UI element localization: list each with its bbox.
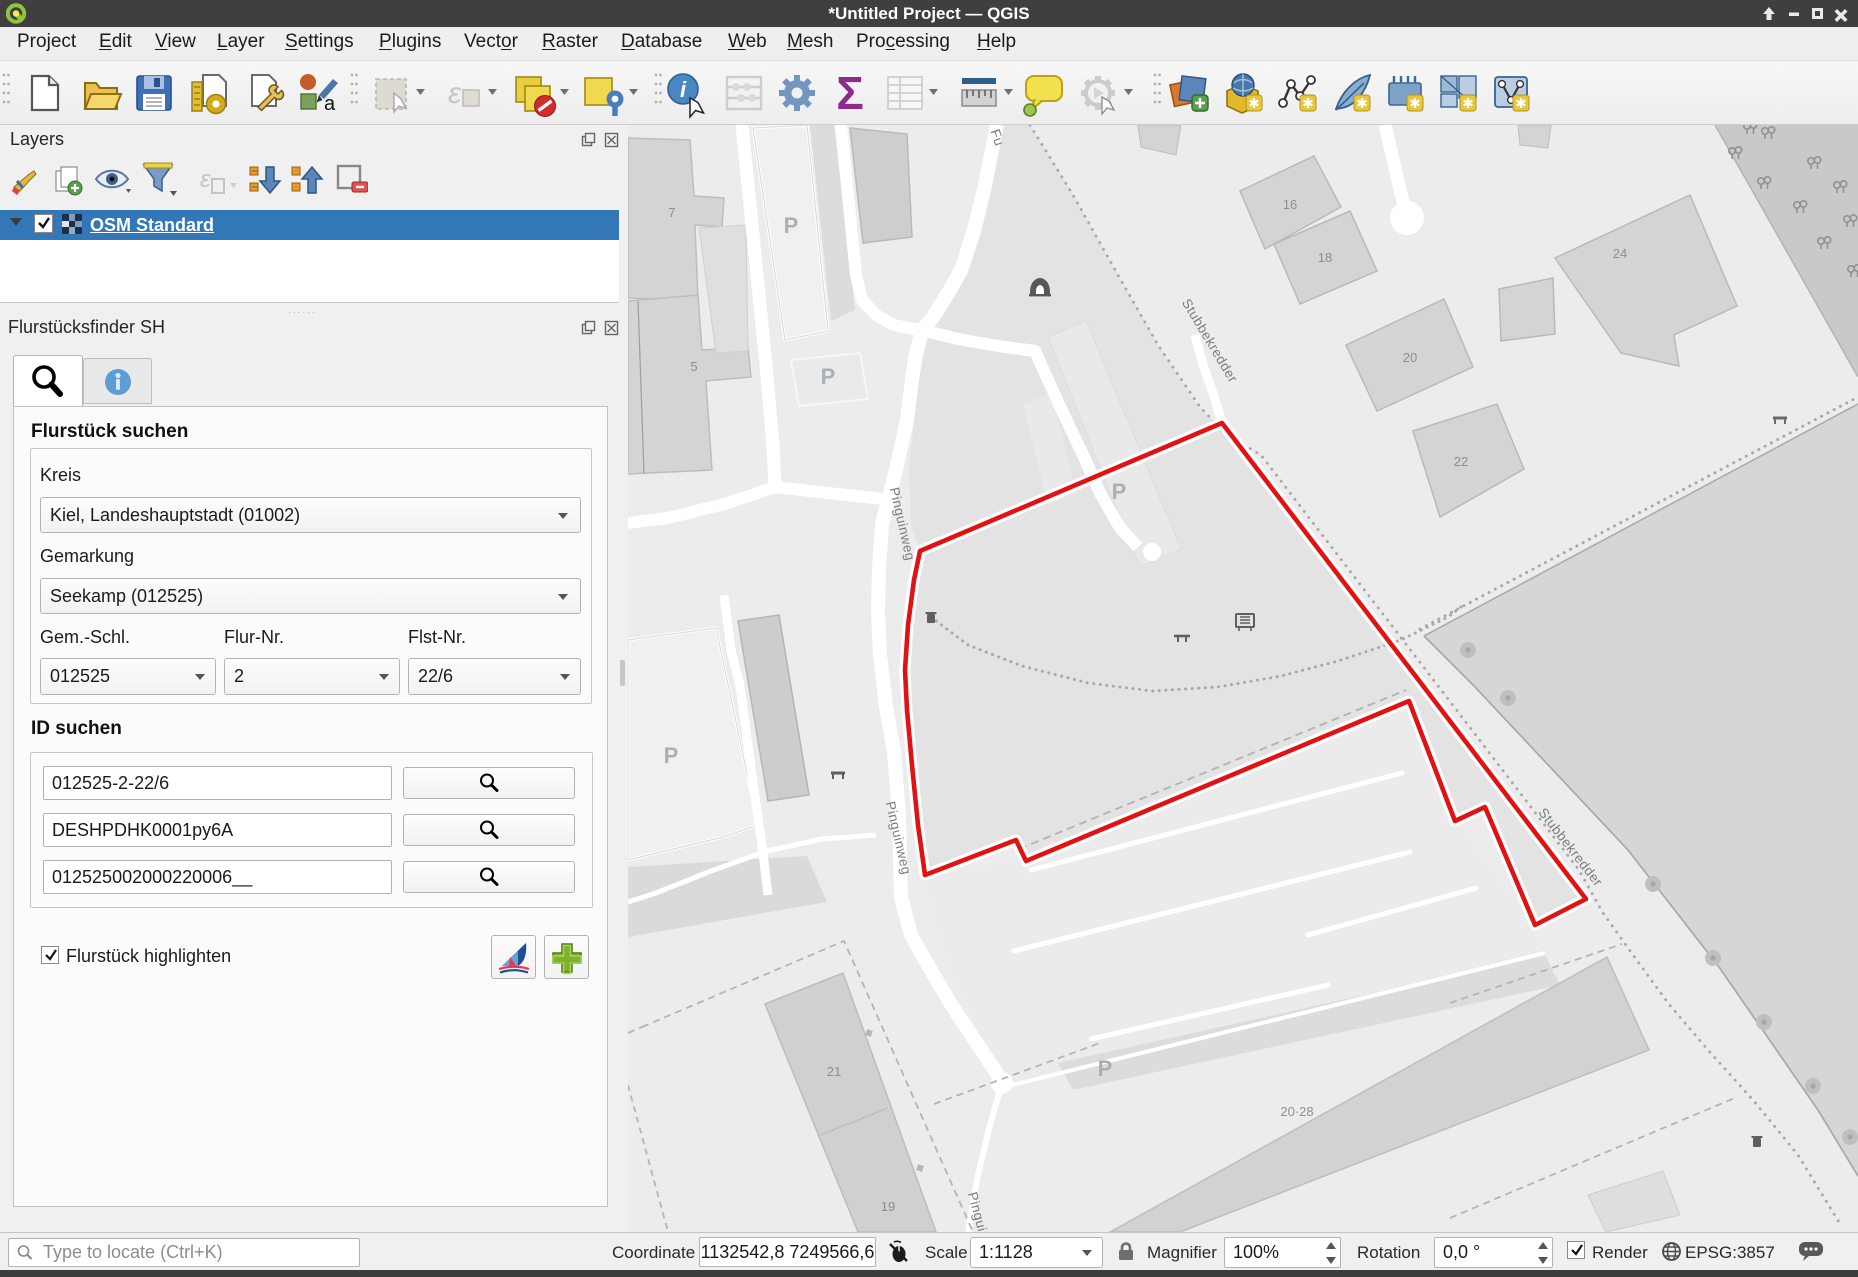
svg-text:24: 24 (1613, 246, 1627, 261)
svg-text:P: P (664, 743, 679, 768)
svg-text:a: a (324, 93, 336, 115)
svg-text:21: 21 (827, 1064, 841, 1079)
svg-text:18: 18 (1318, 250, 1332, 265)
svg-text:i: i (680, 77, 687, 102)
svg-text:Σ: Σ (836, 67, 864, 119)
svg-text:20·28: 20·28 (1280, 1104, 1313, 1119)
svg-text:16: 16 (1283, 197, 1297, 212)
svg-text:22: 22 (1454, 454, 1468, 469)
svg-text:20: 20 (1403, 350, 1417, 365)
svg-text:P: P (1098, 1056, 1113, 1081)
svg-text:P: P (784, 213, 799, 238)
svg-text:5: 5 (690, 359, 697, 374)
svg-text:ε: ε (200, 166, 211, 193)
svg-text:7: 7 (668, 205, 675, 220)
svg-text:ε: ε (448, 77, 462, 110)
svg-text:19: 19 (881, 1199, 895, 1214)
svg-text:P: P (1112, 479, 1127, 504)
svg-text:P: P (821, 364, 836, 389)
